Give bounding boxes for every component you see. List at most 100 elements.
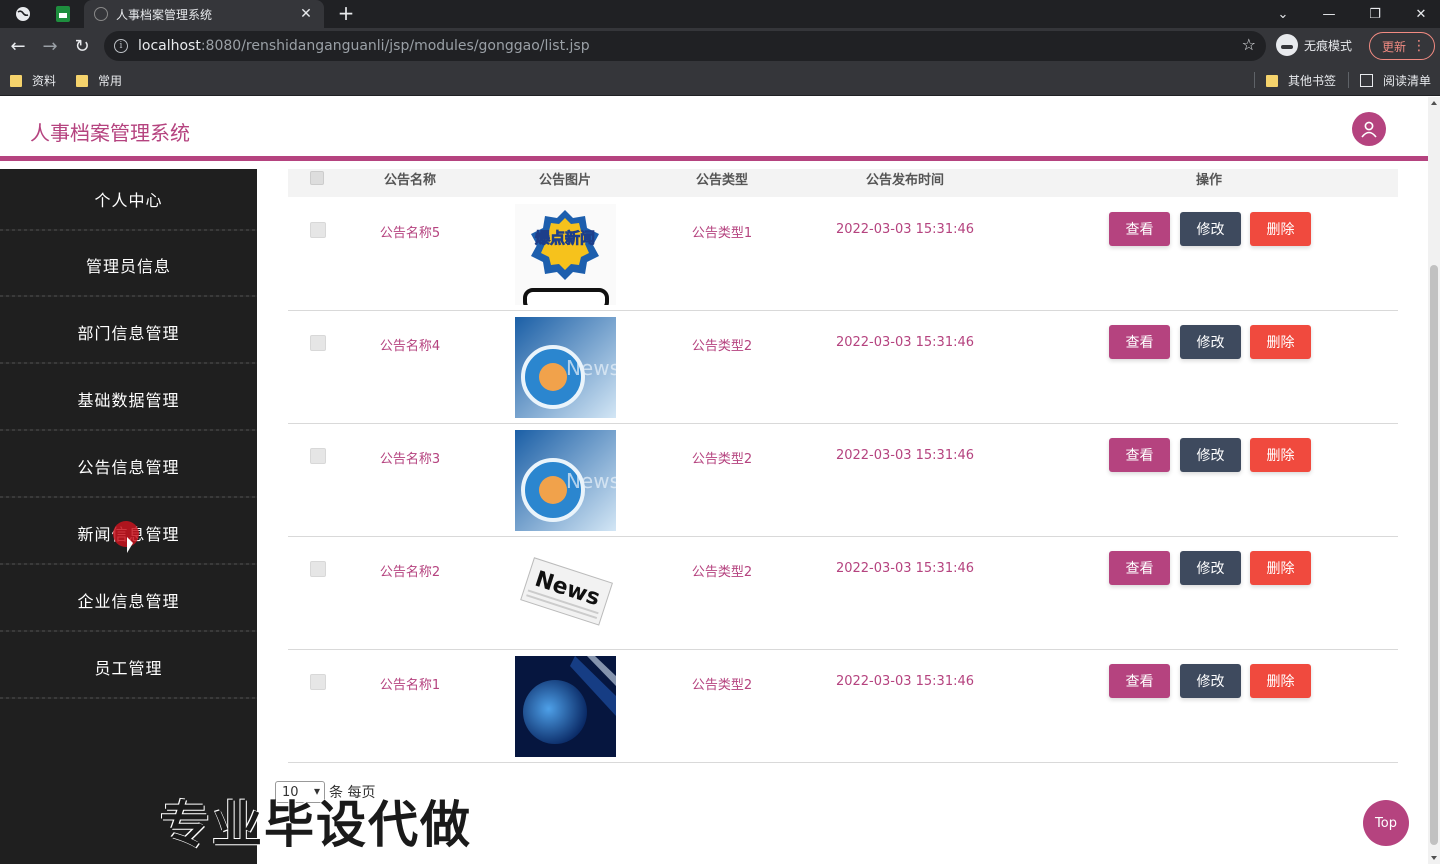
browser-globe-icon[interactable] [4, 0, 42, 28]
sidebar-item-label: 部门信息管理 [77, 324, 180, 343]
sidebar-item-label: 企业信息管理 [77, 592, 180, 611]
folder-icon [10, 74, 22, 87]
new-tab-icon[interactable]: + [336, 0, 356, 28]
column-header-name: 公告名称 [383, 173, 436, 188]
scroll-thumb[interactable] [1430, 265, 1438, 845]
minimize-icon[interactable]: — [1306, 0, 1352, 28]
row-checkbox[interactable] [310, 674, 326, 690]
thumb-text: 爆点新闻 [535, 229, 595, 247]
incognito-indicator[interactable]: 无痕模式 [1276, 34, 1352, 56]
notice-time: 2022-03-03 15:31:46 [835, 335, 975, 350]
view-button[interactable]: 查看 [1109, 664, 1170, 698]
tab-title: 人事档案管理系统 [116, 7, 213, 22]
notice-image-globe-dark [515, 656, 616, 757]
row-checkbox[interactable] [310, 222, 326, 238]
bookmark-star-icon[interactable]: ☆ [1242, 35, 1256, 54]
close-window-icon[interactable]: ✕ [1398, 0, 1440, 28]
menu-dots-icon[interactable]: ⋮ [1412, 37, 1426, 55]
pinned-tab-sheet-icon[interactable] [44, 0, 82, 28]
forward-arrow-icon[interactable]: → [36, 32, 64, 60]
notice-name[interactable]: 公告名称4 [350, 335, 470, 354]
sidebar: 个人中心 管理员信息 部门信息管理 基础数据管理 公告信息管理 新闻信息管理 企… [0, 169, 257, 864]
notice-name[interactable]: 公告名称3 [350, 448, 470, 467]
bookmark-label: 其他书签 [1288, 74, 1337, 88]
sidebar-item-employee[interactable]: 员工管理 [0, 637, 257, 699]
column-header-time: 公告发布时间 [865, 173, 944, 188]
edit-button[interactable]: 修改 [1180, 551, 1241, 585]
sidebar-item-label: 公告信息管理 [77, 458, 180, 477]
url-path: :8080/renshidanganguanli/jsp/modules/gon… [200, 38, 590, 54]
notice-time: 2022-03-03 15:31:46 [835, 222, 975, 237]
sidebar-item-department[interactable]: 部门信息管理 [0, 302, 257, 364]
view-button[interactable]: 查看 [1109, 551, 1170, 585]
tab-search-chevron-icon[interactable]: ⌄ [1260, 0, 1306, 28]
table-row: 公告名称1 公告类型2 2022-03-03 15:31:46 查看 修改 删除 [288, 650, 1398, 763]
bookmark-label: 阅读清单 [1383, 74, 1432, 88]
column-header-type: 公告类型 [695, 173, 748, 188]
edit-button[interactable]: 修改 [1180, 325, 1241, 359]
notice-time: 2022-03-03 15:31:46 [835, 674, 975, 689]
sidebar-item-label: 员工管理 [94, 659, 163, 678]
table-row: 公告名称3 News 公告类型2 2022-03-03 15:31:46 查看 … [288, 424, 1398, 537]
restore-icon[interactable]: ❐ [1352, 0, 1398, 28]
site-info-icon[interactable]: i [114, 39, 128, 53]
update-button[interactable]: 更新 ⋮ [1369, 32, 1435, 60]
sidebar-item-company[interactable]: 企业信息管理 [0, 570, 257, 632]
row-checkbox[interactable] [310, 561, 326, 577]
bookmark-other[interactable]: 其他书签 [1266, 72, 1336, 89]
scroll-up-icon[interactable] [1431, 101, 1437, 105]
tab-close-icon[interactable]: ✕ [298, 6, 314, 22]
row-checkbox[interactable] [310, 335, 326, 351]
app-title: 人事档案管理系统 [30, 121, 190, 145]
edit-button[interactable]: 修改 [1180, 212, 1241, 246]
reload-icon[interactable]: ↻ [68, 32, 96, 60]
delete-button[interactable]: 删除 [1250, 551, 1311, 585]
browser-toolbar: ← → ↻ i localhost :8080/renshidanganguan… [0, 28, 1440, 64]
app-header: 人事档案管理系统 [0, 97, 1428, 161]
table-row: 公告名称4 News 公告类型2 2022-03-03 15:31:46 查看 … [288, 311, 1398, 424]
view-button[interactable]: 查看 [1109, 438, 1170, 472]
delete-button[interactable]: 删除 [1250, 325, 1311, 359]
delete-button[interactable]: 删除 [1250, 212, 1311, 246]
user-avatar-icon[interactable] [1352, 112, 1386, 146]
page-scrollbar[interactable] [1428, 97, 1440, 864]
sidebar-item-base-data[interactable]: 基础数据管理 [0, 369, 257, 431]
notice-time: 2022-03-03 15:31:46 [835, 448, 975, 463]
sidebar-item-personal-center[interactable]: 个人中心 [0, 169, 257, 231]
back-arrow-icon[interactable]: ← [4, 32, 32, 60]
notice-type: 公告类型2 [691, 565, 753, 580]
edit-button[interactable]: 修改 [1180, 438, 1241, 472]
sidebar-item-label: 个人中心 [94, 191, 163, 210]
notice-name[interactable]: 公告名称1 [350, 674, 470, 693]
sidebar-item-admin-info[interactable]: 管理员信息 [0, 235, 257, 297]
notice-name[interactable]: 公告名称5 [350, 222, 470, 241]
reading-list[interactable]: 阅读清单 [1360, 72, 1431, 89]
view-button[interactable]: 查看 [1109, 325, 1170, 359]
incognito-label: 无痕模式 [1304, 38, 1353, 53]
bookmark-folder-changyong[interactable]: 常用 [76, 72, 122, 89]
select-all-checkbox[interactable] [310, 171, 324, 185]
edit-button[interactable]: 修改 [1180, 664, 1241, 698]
table-header: 公告名称 公告图片 公告类型 公告发布时间 操作 [288, 169, 1398, 197]
row-checkbox[interactable] [310, 448, 326, 464]
delete-button[interactable]: 删除 [1250, 438, 1311, 472]
folder-icon [76, 74, 88, 87]
notice-image-news-globe: News [515, 430, 616, 531]
bookmark-label: 常用 [98, 74, 123, 88]
delete-button[interactable]: 删除 [1250, 664, 1311, 698]
address-bar[interactable]: i localhost :8080/renshidanganguanli/jsp… [104, 31, 1266, 61]
table-row: 公告名称2 News 公告类型2 2022-03-03 15:31:46 查看 … [288, 537, 1398, 650]
table-row: 公告名称5 爆点新闻 公告类型1 2022-03-03 15:31:46 查看 … [288, 198, 1398, 311]
sidebar-item-notice[interactable]: 公告信息管理 [0, 436, 257, 498]
update-label: 更新 [1382, 39, 1407, 54]
tab-active[interactable]: 人事档案管理系统 ✕ [84, 0, 324, 28]
back-to-top-button[interactable]: Top [1363, 800, 1417, 846]
view-button[interactable]: 查看 [1109, 212, 1170, 246]
bookmark-folder-ziliao[interactable]: 资料 [10, 72, 56, 89]
notice-type: 公告类型1 [691, 226, 753, 241]
notice-name[interactable]: 公告名称2 [350, 561, 470, 580]
page: 人事档案管理系统 个人中心 管理员信息 部门信息管理 基础数据管理 公告信息管理… [0, 97, 1440, 864]
scroll-down-icon[interactable] [1431, 856, 1437, 860]
notice-time: 2022-03-03 15:31:46 [835, 561, 975, 576]
notice-image-news-globe: News [515, 317, 616, 418]
